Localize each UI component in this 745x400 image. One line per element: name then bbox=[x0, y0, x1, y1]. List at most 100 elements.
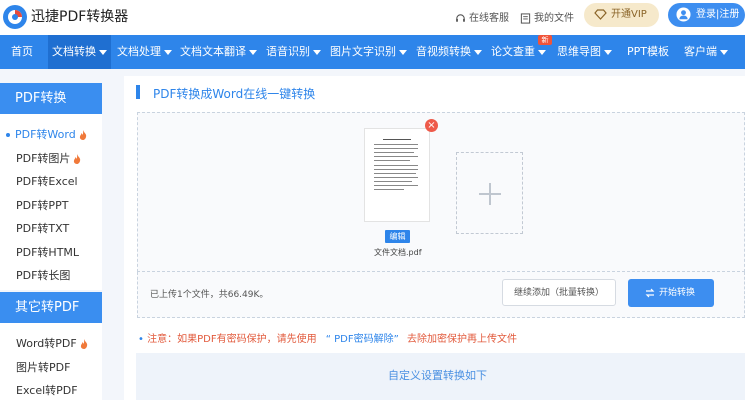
user-icon bbox=[676, 7, 691, 22]
nav-client[interactable]: 客户端 bbox=[684, 35, 728, 69]
sidebar-item-image-pdf[interactable]: 图片转PDF bbox=[0, 359, 102, 375]
notice-bullet: • bbox=[138, 334, 144, 345]
nav-plagiarism-label: 论文查重 bbox=[491, 45, 535, 58]
nav-mindmap-label: 思维导图 bbox=[557, 45, 601, 58]
main-navbar: 首页 文档转换 文档处理 文档文本翻译 语音识别 图片文字识别 音视频转换 论文… bbox=[0, 35, 745, 69]
nav-av-convert[interactable]: 音视频转换 bbox=[416, 35, 482, 69]
fire-icon bbox=[74, 154, 81, 164]
nav-speech[interactable]: 语音识别 bbox=[266, 35, 321, 69]
nav-client-label: 客户端 bbox=[684, 45, 717, 58]
doc-line bbox=[374, 148, 418, 149]
upload-dropzone[interactable] bbox=[137, 112, 745, 272]
start-convert-button[interactable]: 开始转换 bbox=[628, 279, 714, 307]
online-service-label: 在线客服 bbox=[469, 13, 509, 24]
doc-line bbox=[374, 185, 418, 186]
doc-line bbox=[374, 177, 418, 178]
chevron-down-icon bbox=[538, 49, 546, 55]
diamond-icon bbox=[594, 9, 607, 20]
nav-ocr-label: 图片文字识别 bbox=[330, 45, 396, 58]
doc-line bbox=[374, 144, 418, 145]
chevron-down-icon bbox=[604, 49, 612, 55]
my-files-link[interactable]: 我的文件 bbox=[520, 9, 574, 24]
sidebar-item-pdf-ppt[interactable]: PDF转PPT bbox=[0, 197, 102, 213]
nav-ocr[interactable]: 图片文字识别 bbox=[330, 35, 407, 69]
chevron-down-icon bbox=[249, 49, 257, 55]
edit-file-button[interactable]: 编辑 bbox=[385, 230, 410, 243]
login-register-button[interactable]: 登录|注册 bbox=[668, 3, 745, 27]
sidebar-item-label: PDF转TXT bbox=[16, 222, 70, 235]
sidebar-section-other-to-pdf: 其它转PDF bbox=[0, 292, 102, 323]
nav-doc-process-label: 文档处理 bbox=[117, 45, 161, 58]
sidebar-item-label: Word转PDF bbox=[16, 337, 77, 350]
sidebar-item-label: PDF转HTML bbox=[16, 246, 80, 259]
doc-line bbox=[374, 173, 416, 174]
nav-translate-label: 文档文本翻译 bbox=[180, 45, 246, 58]
sidebar-item-word-pdf[interactable]: Word转PDF bbox=[0, 335, 102, 351]
nav-mindmap[interactable]: 思维导图 bbox=[557, 35, 612, 69]
sidebar-item-label: PDF转图片 bbox=[16, 152, 71, 165]
chevron-down-icon bbox=[474, 49, 482, 55]
doc-line bbox=[383, 139, 411, 140]
nav-doc-convert[interactable]: 文档转换 bbox=[48, 35, 111, 69]
doc-line bbox=[374, 156, 418, 157]
my-files-label: 我的文件 bbox=[534, 13, 574, 24]
sidebar-item-pdf-excel[interactable]: PDF转Excel bbox=[0, 173, 102, 189]
plus-icon-vertical bbox=[489, 183, 491, 205]
fire-icon bbox=[80, 339, 87, 349]
chevron-down-icon bbox=[313, 49, 321, 55]
doc-line bbox=[374, 160, 410, 161]
nav-home[interactable]: 首页 bbox=[11, 35, 33, 69]
nav-ppt-template[interactable]: PPT模板 bbox=[627, 35, 669, 69]
sidebar-item-label: PDF转Excel bbox=[16, 175, 78, 188]
new-badge: 新 bbox=[538, 35, 552, 45]
sidebar-item-pdf-image[interactable]: PDF转图片 bbox=[0, 150, 102, 166]
sidebar-item-pdf-word[interactable]: PDF转Word bbox=[0, 126, 102, 142]
chevron-down-icon bbox=[99, 49, 107, 55]
title-accent-bar bbox=[136, 85, 140, 99]
top-header: 迅捷PDF转换器 在线客服 我的文件 开通VIP 登录|注册 bbox=[0, 0, 745, 35]
doc-line bbox=[374, 165, 418, 166]
doc-line bbox=[374, 152, 414, 153]
sidebar-item-excel-pdf[interactable]: Excel转PDF bbox=[0, 382, 102, 398]
sidebar-item-label: Excel转PDF bbox=[16, 384, 78, 397]
nav-home-label: 首页 bbox=[11, 45, 33, 58]
sidebar-item-label: PDF转长图 bbox=[16, 269, 71, 282]
sidebar-item-pdf-longimage[interactable]: PDF转长图 bbox=[0, 267, 102, 283]
add-file-box[interactable] bbox=[456, 152, 523, 234]
upload-count-text: 已上传1个文件，共66.49K。 bbox=[150, 290, 269, 300]
remove-file-close-icon[interactable]: × bbox=[425, 119, 438, 132]
vip-button[interactable]: 开通VIP bbox=[584, 3, 659, 27]
start-convert-label: 开始转换 bbox=[659, 288, 696, 298]
doc-line bbox=[374, 169, 418, 170]
sidebar-item-label: PDF转PPT bbox=[16, 199, 69, 212]
doc-line bbox=[374, 181, 412, 182]
nav-speech-label: 语音识别 bbox=[266, 45, 310, 58]
nav-doc-convert-label: 文档转换 bbox=[52, 45, 96, 58]
chevron-down-icon bbox=[399, 49, 407, 55]
active-dot bbox=[6, 133, 10, 137]
continue-add-button[interactable]: 继续添加（批量转换） bbox=[502, 279, 616, 306]
settings-heading: 自定义设置转换如下 bbox=[388, 369, 487, 382]
vip-label: 开通VIP bbox=[611, 9, 647, 20]
notice-text: 注意：如果PDF有密码保护，请先使用 bbox=[147, 334, 317, 345]
nav-doc-process[interactable]: 文档处理 bbox=[117, 35, 172, 69]
doc-line bbox=[374, 189, 404, 190]
sidebar-item-label: 图片转PDF bbox=[16, 361, 71, 374]
nav-av-convert-label: 音视频转换 bbox=[416, 45, 471, 58]
online-service-link[interactable]: 在线客服 bbox=[455, 9, 509, 24]
chevron-down-icon bbox=[164, 49, 172, 55]
file-thumbnail[interactable] bbox=[364, 128, 430, 222]
password-notice: • 注意：如果PDF有密码保护，请先使用 “ PDF密码解除” 去除加密保护再上… bbox=[138, 330, 517, 345]
folder-icon bbox=[520, 12, 531, 24]
headset-icon bbox=[456, 13, 465, 22]
convert-arrows-icon bbox=[645, 288, 655, 298]
nav-ppt-template-label: PPT模板 bbox=[627, 45, 669, 58]
app-logo-icon bbox=[3, 5, 27, 29]
pdf-unlock-link[interactable]: “ PDF密码解除” bbox=[326, 334, 399, 345]
sidebar-item-label: PDF转Word bbox=[15, 128, 76, 141]
login-label: 登录|注册 bbox=[696, 9, 740, 20]
sidebar-item-pdf-html[interactable]: PDF转HTML bbox=[0, 244, 102, 260]
nav-translate[interactable]: 文档文本翻译 bbox=[180, 35, 257, 69]
chevron-down-icon bbox=[720, 49, 728, 55]
sidebar-item-pdf-txt[interactable]: PDF转TXT bbox=[0, 220, 102, 236]
